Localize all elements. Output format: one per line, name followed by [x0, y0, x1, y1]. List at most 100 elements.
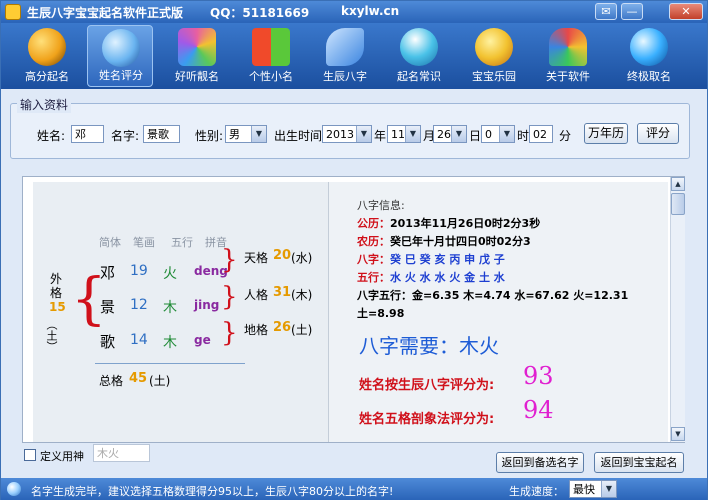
gender-select[interactable]: 男 ▼ [225, 125, 267, 143]
bazi-wuxing-line-1: 八字五行：金=6.35 木=4.74 水=67.62 火=12.31 [357, 289, 629, 302]
day-unit: 日 [469, 129, 482, 143]
window-title: 生辰八字宝宝起名软件正式版 [27, 6, 184, 20]
score2-value: 94 [523, 396, 554, 424]
outer-element: （土） [45, 319, 58, 352]
lunar-row: 农历：癸巳年十月廿四日0时02分3 [357, 233, 531, 249]
butterfly-icon [549, 28, 587, 66]
custom-god-input[interactable]: 木火 [93, 444, 150, 462]
back-to-baby-naming-button[interactable]: 返回到宝宝起名 [594, 452, 684, 473]
scroll-up-icon[interactable]: ▲ [671, 177, 685, 191]
outer-brace: { [71, 267, 107, 332]
toolbar-item-ultimate-naming[interactable]: 终极取名 [616, 25, 682, 87]
toolbar-item-baby-park[interactable]: 宝宝乐园 [461, 25, 527, 87]
minute-input[interactable]: 02 [529, 125, 553, 143]
close-button[interactable]: ✕ [669, 3, 703, 20]
vertical-scrollbar[interactable]: ▲ ▼ [670, 177, 685, 442]
custom-god-label: 定义用神 [40, 450, 84, 463]
toolbar-label: 个性小名 [249, 70, 293, 83]
scroll-down-icon[interactable]: ▼ [671, 427, 685, 441]
year-select[interactable]: 2013 ▼ [322, 125, 372, 143]
calendar-button[interactable]: 万年历 [584, 123, 628, 144]
yin-yang-icon [28, 28, 66, 66]
chevron-down-icon[interactable]: ▼ [405, 126, 420, 142]
strokes-given-2: 14 [130, 332, 148, 348]
message-icon[interactable]: ✉ [595, 3, 617, 20]
score-button[interactable]: 评分 [637, 123, 679, 144]
info-icon [7, 482, 21, 496]
toolbar-item-bazi[interactable]: 生辰八字 [312, 25, 378, 87]
element-given-1: 木 [163, 300, 177, 316]
cubes-icon [178, 28, 216, 66]
globe-icon [102, 29, 140, 67]
strokes-surname: 19 [130, 263, 148, 279]
day-select[interactable]: 26 ▼ [433, 125, 467, 143]
leaves-icon [326, 28, 364, 66]
chevron-down-icon[interactable]: ▼ [356, 126, 371, 142]
year-unit: 年 [374, 129, 387, 143]
wuxing-value: 水 火 水 水 火 金 土 水 [390, 271, 505, 284]
total-label: 总格 [99, 374, 124, 388]
bazi-heading: 八字信息: [357, 199, 405, 212]
toolbar-item-about[interactable]: 关于软件 [535, 25, 601, 87]
back-to-list-button[interactable]: 返回到备选名字 [496, 452, 584, 473]
duck-icon [475, 28, 513, 66]
chevron-down-icon[interactable]: ▼ [451, 126, 466, 142]
qq-number: QQ：51181669 [210, 6, 310, 20]
toolbar-label: 生辰八字 [323, 70, 367, 83]
person-icon [400, 28, 438, 66]
toolbar-label: 关于软件 [546, 70, 590, 83]
wuge-area: 简体 笔画 五行 拼音 邓 19 火 deng 景 12 木 jing 歌 14… [33, 182, 328, 442]
scroll-thumb[interactable] [671, 193, 685, 215]
toolbar-label: 宝宝乐园 [472, 70, 516, 83]
status-message: 名字生成完毕，建议选择五格数理得分95以上，生辰八字80分以上的名字! [31, 485, 394, 498]
header-strokes: 笔画 [133, 236, 155, 249]
bazi-need: 八字需要：木火 [359, 334, 499, 358]
toolbar-item-name-score[interactable]: 姓名评分 [87, 25, 153, 87]
input-group-title: 输入资料 [17, 96, 72, 113]
toolbar-item-naming-knowledge[interactable]: 起名常识 [386, 25, 452, 87]
tian-value: 20 [273, 248, 292, 263]
title-bar: 生辰八字宝宝起名软件正式版 QQ：51181669 kxylw.cn ✉ — ✕ [1, 1, 707, 23]
header-simplified: 简体 [99, 236, 121, 249]
pinyin-given-1: jing [194, 298, 220, 312]
toolbar-label: 好听靓名 [175, 70, 219, 83]
month-value: 11 [391, 128, 405, 141]
minimize-button[interactable]: — [621, 3, 643, 20]
chevron-down-icon[interactable]: ▼ [601, 481, 616, 497]
toolbar-item-nice-names[interactable]: 好听靓名 [164, 25, 230, 87]
wuxing-row: 五行：水 火 水 水 火 金 土 水 [357, 269, 505, 285]
speed-select[interactable]: 最快 ▼ [569, 480, 617, 498]
ren-brace: } [221, 282, 238, 312]
windows-icon [252, 28, 290, 66]
score2-label: 姓名五格剖象法评分为: [359, 412, 495, 427]
given-name-label: 名字: [111, 129, 140, 143]
solar-value: 2013年11月26日0时2分3秒 [390, 217, 541, 230]
total-element: (土) [149, 374, 171, 388]
custom-god-checkbox[interactable] [24, 449, 36, 461]
ren-element: (木) [291, 288, 313, 302]
toolbar-label: 终极取名 [627, 70, 671, 83]
tian-element: (水) [291, 251, 313, 265]
pinyin-given-2: ge [194, 333, 211, 347]
surname-input[interactable]: 邓 [71, 125, 104, 143]
toolbar-item-high-score-naming[interactable]: 高分起名 [14, 25, 80, 87]
chevron-down-icon[interactable]: ▼ [251, 126, 266, 142]
total-value: 45 [129, 371, 148, 386]
outer-label-bottom: 格 [50, 286, 63, 300]
year-value: 2013 [326, 128, 354, 141]
app-logo-icon [5, 4, 21, 20]
lunar-label: 农历： [357, 235, 390, 248]
toolbar-item-nicknames[interactable]: 个性小名 [238, 25, 304, 87]
bazi-label: 八字： [357, 253, 390, 266]
hour-value: 0 [485, 128, 492, 141]
speed-label: 生成速度： [509, 485, 564, 498]
ren-value: 31 [273, 285, 292, 300]
bazi-wuxing-line-2: 土=8.98 [357, 307, 405, 320]
toolbar-label: 高分起名 [25, 70, 69, 83]
chevron-down-icon[interactable]: ▼ [499, 126, 514, 142]
given-name-input[interactable]: 景歌 [143, 125, 180, 143]
main-toolbar: 高分起名 姓名评分 好听靓名 个性小名 生辰八字 起名常识 宝宝乐园 关于软件 [1, 23, 707, 89]
result-panel: 简体 笔画 五行 拼音 邓 19 火 deng 景 12 木 jing 歌 14… [22, 176, 685, 443]
hour-select[interactable]: 0 ▼ [481, 125, 515, 143]
month-select[interactable]: 11 ▼ [387, 125, 421, 143]
